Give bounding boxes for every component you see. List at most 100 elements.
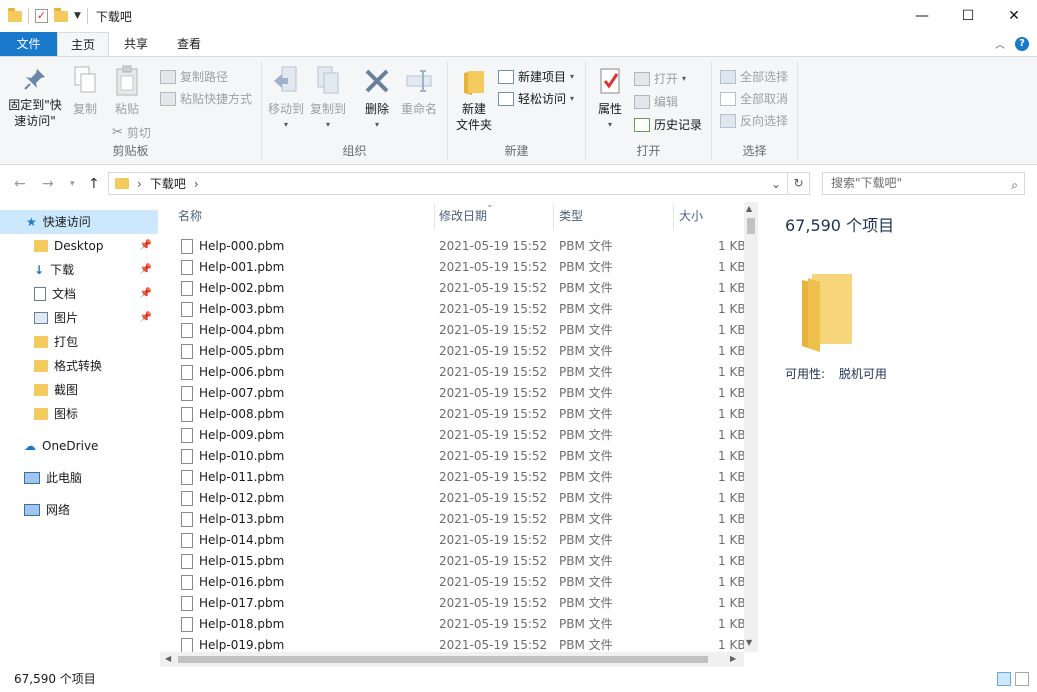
sidebar-item-desktop[interactable]: Desktop 📌 <box>0 234 158 258</box>
select-all-button[interactable]: 全部选择 <box>720 67 788 87</box>
details-view-icon[interactable] <box>997 672 1011 686</box>
sidebar-item-format-convert[interactable]: 格式转换 <box>0 354 158 378</box>
new-item-button[interactable]: 新建项目 ▾ <box>498 67 574 87</box>
tab-view[interactable]: 查看 <box>164 32 214 56</box>
copy-path-button[interactable]: 复制路径 <box>160 67 228 87</box>
recent-locations-icon[interactable]: ▾ <box>70 179 75 189</box>
table-row[interactable]: Help-009.pbm2021-05-19 15:52PBM 文件1 KB <box>160 425 744 446</box>
search-icon[interactable]: ⌕ <box>1011 175 1018 196</box>
scroll-up-icon[interactable]: ▲ <box>746 204 752 213</box>
scroll-down-icon[interactable]: ▼ <box>746 638 752 647</box>
table-row[interactable]: Help-017.pbm2021-05-19 15:52PBM 文件1 KB <box>160 593 744 614</box>
select-none-button[interactable]: 全部取消 <box>720 89 788 109</box>
table-row[interactable]: Help-002.pbm2021-05-19 15:52PBM 文件1 KB <box>160 278 744 299</box>
file-size: 1 KB <box>718 362 746 383</box>
paste-shortcut-button[interactable]: 粘贴快捷方式 <box>160 89 252 109</box>
sidebar-item-quick-access[interactable]: ★ 快速访问 <box>0 210 158 234</box>
sidebar-item-documents[interactable]: 文档 📌 <box>0 282 158 306</box>
scroll-right-icon[interactable]: ▶ <box>730 654 736 663</box>
breadcrumb-item[interactable]: 下载吧 <box>150 175 186 192</box>
sidebar-item-pictures[interactable]: 图片 📌 <box>0 306 158 330</box>
search-input[interactable]: 搜索"下载吧" ⌕ <box>822 172 1025 195</box>
column-divider[interactable] <box>553 204 554 230</box>
table-row[interactable]: Help-001.pbm2021-05-19 15:52PBM 文件1 KB <box>160 257 744 278</box>
column-divider[interactable] <box>673 204 674 230</box>
sidebar-item-icons[interactable]: 图标 <box>0 402 158 426</box>
sidebar-item-screenshot[interactable]: 截图 <box>0 378 158 402</box>
file-date: 2021-05-19 15:52 <box>439 404 547 425</box>
back-arrow-icon[interactable]: ← <box>14 176 26 192</box>
table-row[interactable]: Help-016.pbm2021-05-19 15:52PBM 文件1 KB <box>160 572 744 593</box>
table-row[interactable]: Help-006.pbm2021-05-19 15:52PBM 文件1 KB <box>160 362 744 383</box>
tab-share[interactable]: 共享 <box>112 32 160 56</box>
file-date: 2021-05-19 15:52 <box>439 320 547 341</box>
sidebar-item-onedrive[interactable]: ☁ OneDrive <box>0 434 158 458</box>
pin-to-quick-access-button[interactable]: 固定到"快 速访问" <box>4 65 66 129</box>
paste-button[interactable]: 粘贴 <box>108 65 146 117</box>
file-size: 1 KB <box>718 425 746 446</box>
horizontal-scrollbar[interactable]: ◀ ▶ <box>160 652 744 667</box>
scroll-left-icon[interactable]: ◀ <box>165 654 171 663</box>
table-row[interactable]: Help-000.pbm2021-05-19 15:52PBM 文件1 KB <box>160 236 744 257</box>
table-row[interactable]: Help-004.pbm2021-05-19 15:52PBM 文件1 KB <box>160 320 744 341</box>
invert-selection-button[interactable]: 反向选择 <box>720 111 788 131</box>
table-row[interactable]: Help-014.pbm2021-05-19 15:52PBM 文件1 KB <box>160 530 744 551</box>
table-row[interactable]: Help-005.pbm2021-05-19 15:52PBM 文件1 KB <box>160 341 744 362</box>
help-icon[interactable]: ? <box>1015 37 1029 51</box>
close-button[interactable]: ✕ <box>991 0 1037 32</box>
file-name: Help-013.pbm <box>199 509 284 530</box>
table-row[interactable]: Help-011.pbm2021-05-19 15:52PBM 文件1 KB <box>160 467 744 488</box>
table-row[interactable]: Help-008.pbm2021-05-19 15:52PBM 文件1 KB <box>160 404 744 425</box>
refresh-button[interactable]: ↻ <box>788 172 810 195</box>
chevron-down-icon[interactable]: ⌄ <box>771 177 781 191</box>
column-header-size[interactable]: 大小 <box>679 202 703 230</box>
edit-button[interactable]: 编辑 <box>634 92 678 112</box>
sidebar-item-downloads[interactable]: ↓ 下载 📌 <box>0 258 158 282</box>
copy-to-button[interactable]: 复制到 ▾ <box>308 65 348 133</box>
table-row[interactable]: Help-012.pbm2021-05-19 15:52PBM 文件1 KB <box>160 488 744 509</box>
new-folder-icon[interactable] <box>54 11 68 22</box>
forward-arrow-icon[interactable]: → <box>42 176 54 192</box>
maximize-button[interactable]: ☐ <box>945 0 991 32</box>
scrollbar-thumb[interactable] <box>178 656 708 663</box>
file-name: Help-007.pbm <box>199 383 284 404</box>
table-row[interactable]: Help-007.pbm2021-05-19 15:52PBM 文件1 KB <box>160 383 744 404</box>
cut-button[interactable]: ✂ 剪切 <box>112 123 151 143</box>
vertical-scrollbar[interactable]: ▲ ▼ <box>744 202 758 652</box>
chevron-down-icon[interactable]: ▼ <box>74 11 81 21</box>
easy-access-button[interactable]: 轻松访问 ▾ <box>498 89 574 109</box>
sidebar-item-dabao[interactable]: 打包 <box>0 330 158 354</box>
table-row[interactable]: Help-003.pbm2021-05-19 15:52PBM 文件1 KB <box>160 299 744 320</box>
table-row[interactable]: Help-013.pbm2021-05-19 15:52PBM 文件1 KB <box>160 509 744 530</box>
table-row[interactable]: Help-015.pbm2021-05-19 15:52PBM 文件1 KB <box>160 551 744 572</box>
column-header-date[interactable]: 修改日期 <box>439 202 487 230</box>
copy-button[interactable]: 复制 <box>68 65 102 117</box>
file-type: PBM 文件 <box>559 551 613 572</box>
open-button[interactable]: 打开 ▾ <box>634 69 686 89</box>
properties-icon[interactable]: ✓ <box>35 9 48 23</box>
chevron-up-icon[interactable]: ︿ <box>995 36 1005 51</box>
column-header-name[interactable]: 名称 <box>178 202 202 230</box>
folder-icon <box>34 360 48 372</box>
scrollbar-thumb[interactable] <box>747 218 755 234</box>
history-button[interactable]: 历史记录 <box>634 115 702 135</box>
up-arrow-icon[interactable]: ↑ <box>88 176 100 192</box>
move-to-button[interactable]: 移动到 ▾ <box>266 65 306 133</box>
sidebar-item-this-pc[interactable]: 此电脑 <box>0 466 158 490</box>
column-divider[interactable] <box>434 204 435 230</box>
file-name: Help-017.pbm <box>199 593 284 614</box>
table-row[interactable]: Help-010.pbm2021-05-19 15:52PBM 文件1 KB <box>160 446 744 467</box>
tab-home[interactable]: 主页 <box>57 32 109 57</box>
address-bar[interactable]: › 下载吧 › ⌄ <box>108 172 788 195</box>
column-header-type[interactable]: 类型 <box>559 202 583 230</box>
table-row[interactable]: Help-018.pbm2021-05-19 15:52PBM 文件1 KB <box>160 614 744 635</box>
new-folder-button[interactable]: 新建 文件夹 <box>452 65 496 133</box>
delete-button[interactable]: 删除 ▾ <box>360 65 394 133</box>
properties-button[interactable]: 属性 ▾ <box>592 65 628 133</box>
breadcrumb-separator-icon[interactable]: › <box>194 177 199 191</box>
large-icons-view-icon[interactable] <box>1015 672 1029 686</box>
rename-button[interactable]: 重命名 <box>398 65 440 117</box>
sidebar-item-network[interactable]: 网络 <box>0 498 158 522</box>
minimize-button[interactable]: — <box>899 0 945 32</box>
tab-file[interactable]: 文件 <box>0 32 57 56</box>
